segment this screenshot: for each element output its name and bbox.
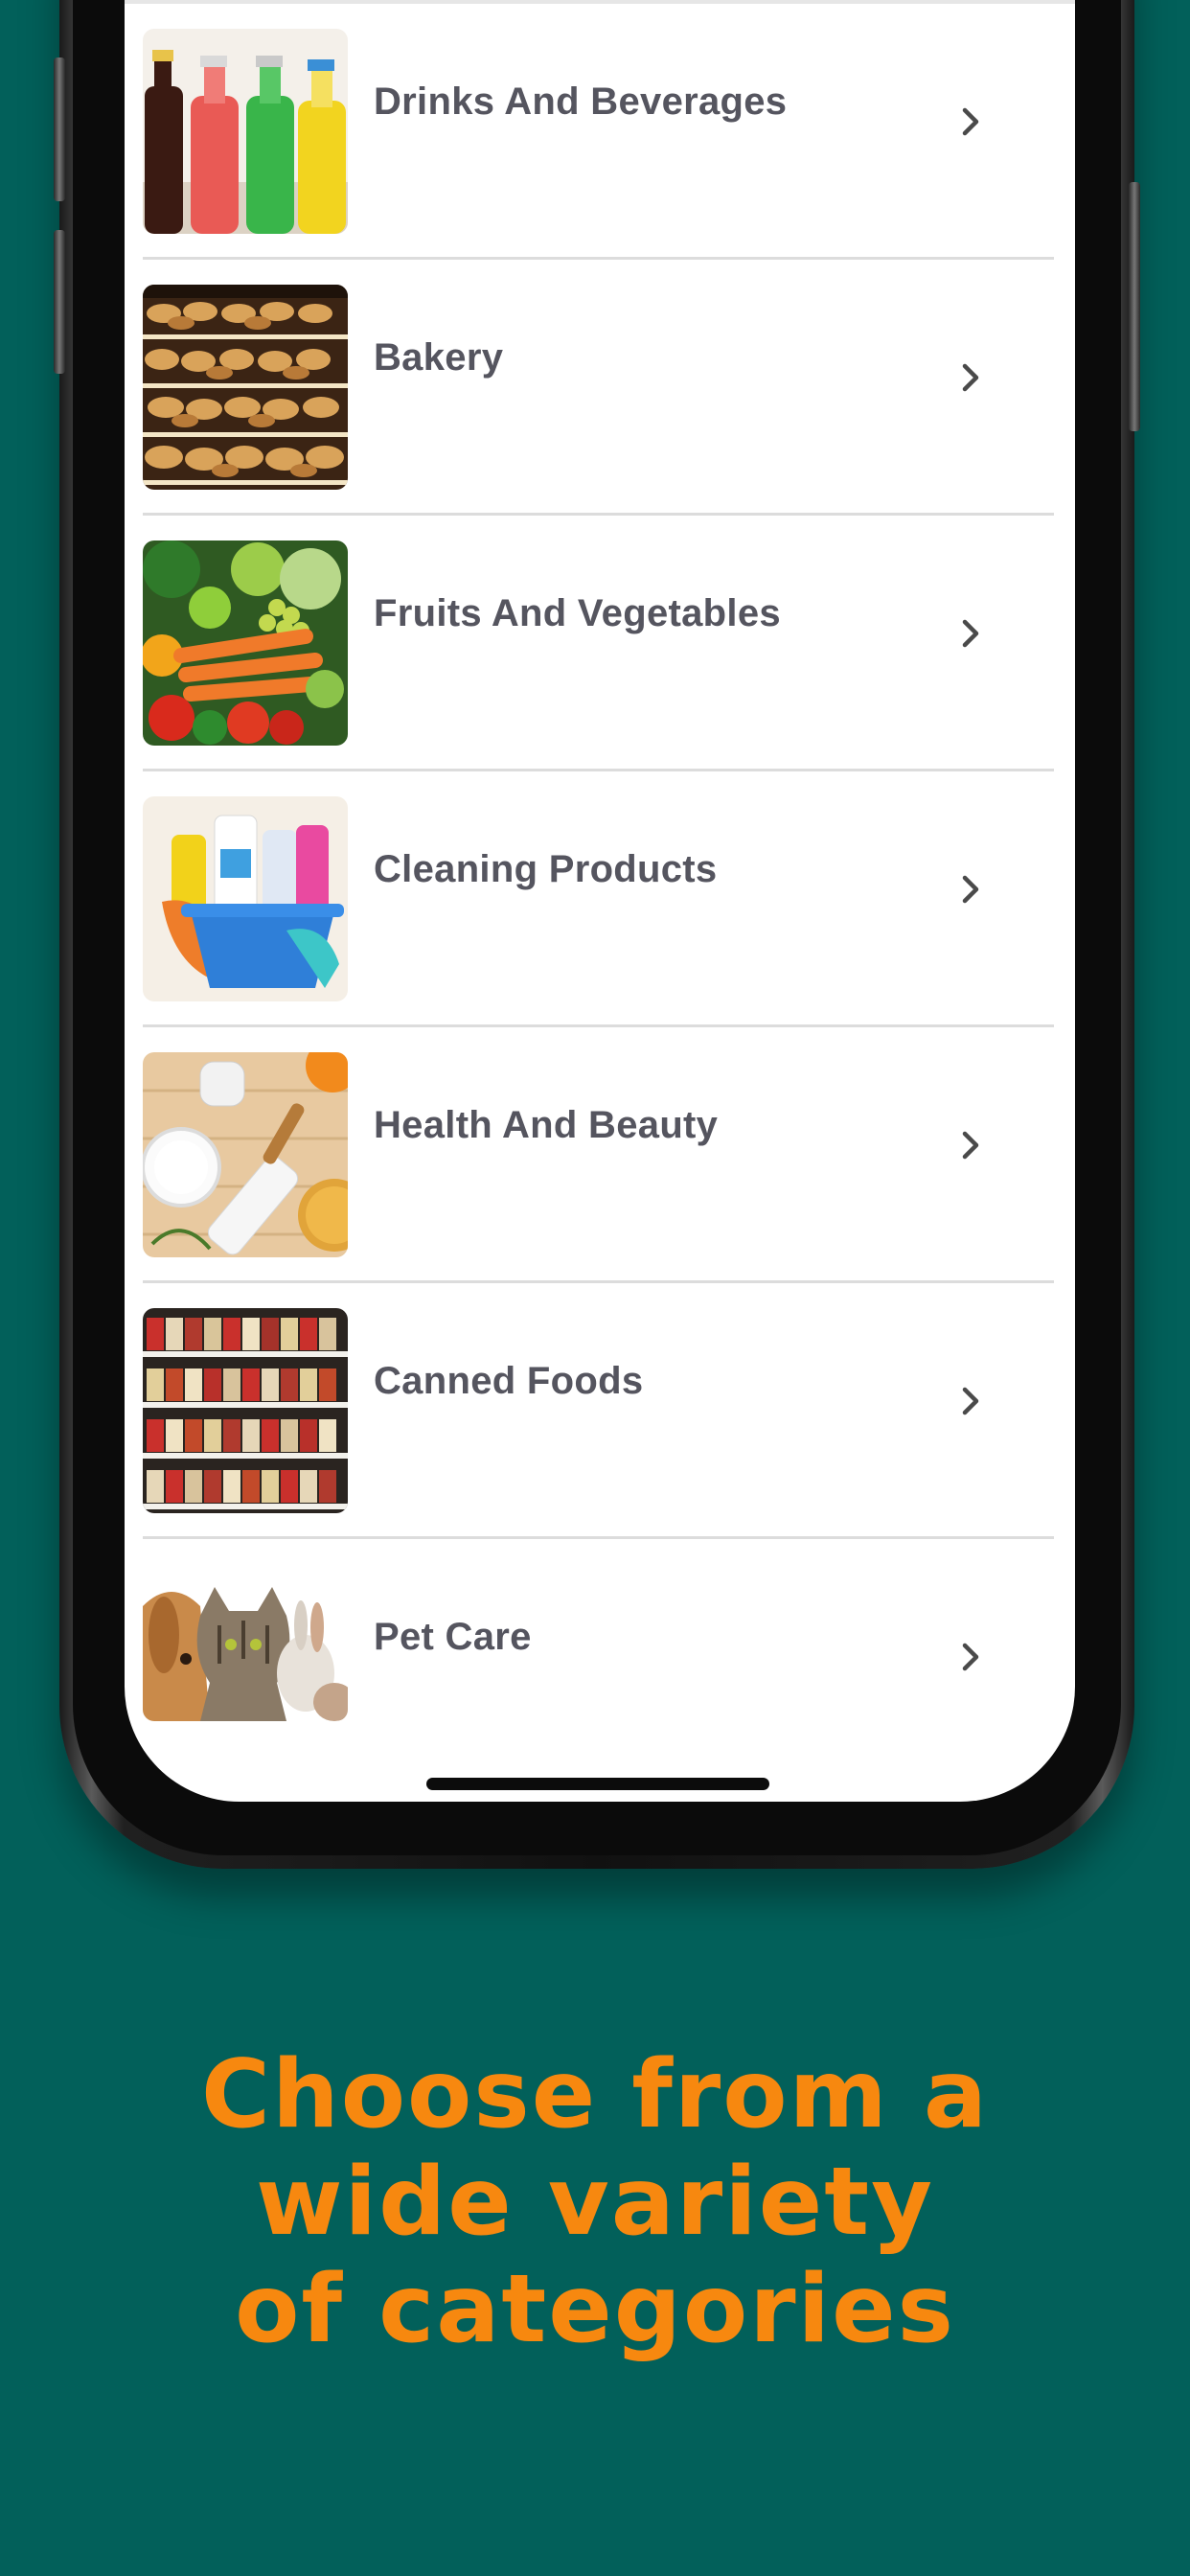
cosmetics-image — [143, 1052, 348, 1257]
cleaning-supplies-image — [143, 796, 348, 1001]
category-label: Bakery — [374, 336, 504, 379]
category-row[interactable]: Cleaning Products — [125, 771, 1075, 1027]
tagline-line: of categories — [235, 2255, 955, 2364]
produce-image — [143, 540, 348, 746]
chevron-right-icon — [962, 1131, 979, 1160]
category-row[interactable]: Health And Beauty — [125, 1027, 1075, 1283]
chevron-right-icon — [962, 1387, 979, 1415]
category-row[interactable]: Fruits And Vegetables — [125, 516, 1075, 771]
category-row[interactable]: Pet Care — [125, 1539, 1075, 1795]
home-indicator[interactable] — [426, 1778, 769, 1790]
chevron-right-icon — [962, 363, 979, 392]
phone-screen: Drinks And Beverages Bakery Fruits And V… — [125, 0, 1075, 1802]
phone-side-button — [54, 230, 65, 374]
category-label: Drinks And Beverages — [374, 80, 788, 123]
chevron-right-icon — [962, 1643, 979, 1671]
category-label: Cleaning Products — [374, 848, 718, 890]
category-label: Canned Foods — [374, 1360, 644, 1402]
chevron-right-icon — [962, 619, 979, 648]
tagline-line: wide variety — [256, 2148, 934, 2257]
category-row[interactable]: Bakery — [125, 260, 1075, 516]
canned-shelves-image — [143, 1308, 348, 1513]
category-row[interactable]: Drinks And Beverages — [125, 4, 1075, 260]
category-label: Pet Care — [374, 1616, 532, 1658]
category-row[interactable]: Canned Foods — [125, 1283, 1075, 1539]
bottles-image — [143, 29, 348, 234]
pets-image — [143, 1568, 348, 1721]
chevron-right-icon — [962, 107, 979, 136]
category-label: Fruits And Vegetables — [374, 592, 781, 634]
bread-shelves-image — [143, 285, 348, 490]
chevron-right-icon — [962, 875, 979, 904]
phone-side-button — [54, 58, 65, 201]
phone-side-button — [1129, 182, 1140, 431]
promo-tagline: Choose from a wide variety of categories — [0, 2041, 1190, 2363]
category-label: Health And Beauty — [374, 1104, 719, 1146]
category-list: Drinks And Beverages Bakery Fruits And V… — [125, 4, 1075, 1795]
tagline-line: Choose from a — [201, 2040, 989, 2150]
